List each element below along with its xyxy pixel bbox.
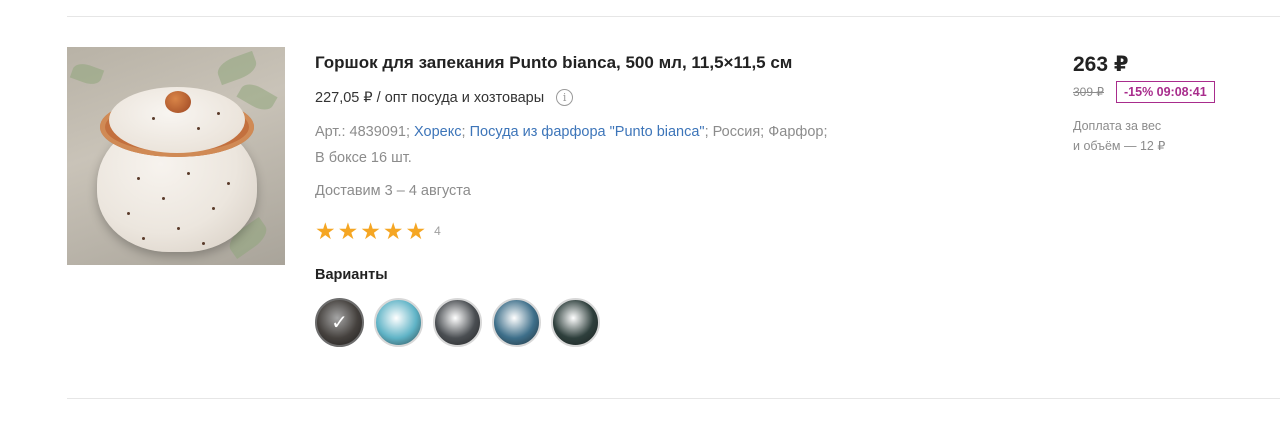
product-image[interactable] <box>67 47 285 265</box>
star-icon: ★ <box>360 218 381 244</box>
surcharge-line-1: Доплата за вес <box>1073 119 1162 133</box>
article-number: Арт.: 4839091; <box>315 124 415 140</box>
variant-swatch-4[interactable] <box>492 298 541 347</box>
discount-badge: -15% 09:08:41 <box>1116 81 1215 103</box>
collection-link[interactable]: Посуда из фарфора "Punto bianca" <box>470 124 705 140</box>
star-icon: ★ <box>337 218 359 244</box>
meta-origin-material: ; Россия; Фарфор; <box>704 124 828 140</box>
variants-list: ✓ <box>315 298 955 347</box>
info-icon[interactable]: i <box>556 89 574 106</box>
old-price-row: 309 ₽ -15% 09:08:41 <box>1073 81 1215 103</box>
bottom-divider <box>67 398 1280 399</box>
variant-swatch-5[interactable] <box>551 298 600 347</box>
box-count: В боксе 16 шт. <box>315 150 412 166</box>
star-icon: ★ <box>405 218 427 244</box>
top-divider <box>67 16 1280 17</box>
variant-swatch-1[interactable]: ✓ <box>315 298 364 347</box>
star-icon: ★ <box>315 218 336 244</box>
product-info: Горшок для запекания Punto bianca, 500 м… <box>315 52 955 347</box>
price-column: 263 ₽ 309 ₽ -15% 09:08:41 Доплата за вес… <box>1073 52 1215 156</box>
rating[interactable]: ★ ★ ★ ★ ★ 4 <box>315 218 955 244</box>
star-icon: ★ <box>382 218 404 244</box>
category-link[interactable]: Хорекс <box>414 124 461 140</box>
meta-separator: ; <box>461 124 470 140</box>
product-meta: Арт.: 4839091; Хорекс; Посуда из фарфора… <box>315 119 935 171</box>
variants-label: Варианты <box>315 267 388 283</box>
product-title[interactable]: Горшок для запекания Punto bianca, 500 м… <box>315 52 955 74</box>
review-count[interactable]: 4 <box>434 224 441 238</box>
variant-swatch-3[interactable] <box>433 298 482 347</box>
surcharge-line-2: и объём — 12 ₽ <box>1073 139 1166 153</box>
check-icon: ✓ <box>317 300 362 345</box>
current-price: 263 ₽ <box>1073 53 1129 76</box>
delivery-date: Доставим 3 – 4 августа <box>315 183 471 199</box>
variant-swatch-2[interactable] <box>374 298 423 347</box>
wholesale-price-row: 227,05 ₽ / опт посуда и хозтовары i <box>315 89 955 106</box>
old-price: 309 ₽ <box>1073 85 1104 99</box>
weight-surcharge: Доплата за вес и объём — 12 ₽ <box>1073 116 1193 156</box>
wholesale-price: 227,05 ₽ / опт посуда и хозтовары <box>315 89 545 106</box>
